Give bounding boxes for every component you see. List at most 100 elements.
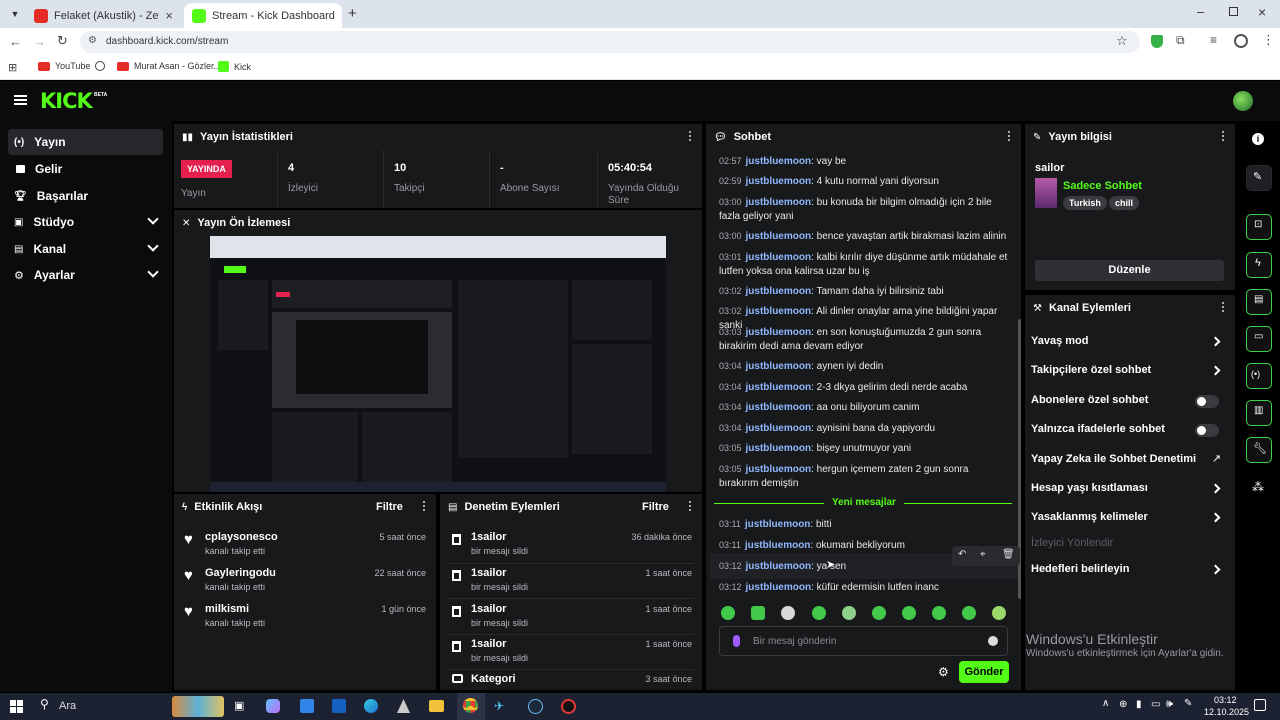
reload-icon[interactable]: ↻ [57,33,68,49]
tray-icon[interactable]: ▮ [1136,699,1142,710]
shield-extension-icon[interactable] [1151,35,1163,48]
clock-time[interactable]: 03:12 [1214,695,1237,705]
send-button[interactable]: Gönder [959,661,1009,683]
emotes-only-toggle[interactable] [1195,424,1219,437]
kick-logo[interactable]: KICK [40,89,93,113]
moderation-user[interactable]: 1sailor [471,638,506,650]
bookmark-murat-asan-youtube[interactable]: Murat Asan - Gözler... [117,61,221,71]
message-user[interactable]: justbluemoon [746,231,812,242]
message-user[interactable]: justbluemoon [746,443,812,454]
store-icon[interactable] [300,699,314,713]
more-options-icon[interactable] [688,130,692,144]
app-icon[interactable] [561,699,576,714]
sidebar-item-yayin[interactable]: (•) Yayın [8,129,163,155]
site-info-icon[interactable]: ⚙ [88,35,97,46]
chat-input[interactable]: Bir mesaj gönderin [719,626,1008,656]
emote-icon[interactable] [812,606,826,620]
reply-icon[interactable]: ↶ [958,549,966,560]
info-icon[interactable]: i [1252,133,1264,145]
emote-icon[interactable] [992,606,1006,620]
action-followers-only[interactable]: Takipçilere özel sohbet [1025,358,1235,386]
emote-icon[interactable] [781,606,795,620]
more-options-icon[interactable] [422,500,426,514]
emote-icon[interactable] [872,606,886,620]
message-user[interactable]: justbluemoon [746,582,812,593]
emote-icon[interactable] [721,606,735,620]
moderation-user[interactable]: Kategori [471,673,516,685]
activity-user[interactable]: Gayleringodu [205,567,276,579]
message-user[interactable]: justbluemoon [746,361,812,372]
moderation-user[interactable]: 1sailor [471,531,506,543]
filter-button[interactable]: Filtre [376,501,403,513]
message-user[interactable]: justbluemoon [746,423,812,434]
url-field[interactable]: ⚙ dashboard.kick.com/stream ☆ [80,31,1140,53]
tray-icon[interactable]: ✎ [1184,698,1192,709]
chrome-icon[interactable] [463,698,478,713]
moderation-user[interactable]: 1sailor [471,603,506,615]
filter-button[interactable]: Filtre [642,501,669,513]
user-avatar[interactable] [1233,91,1253,111]
hamburger-menu-icon[interactable] [14,95,27,97]
edit-button[interactable]: Düzenle [1035,260,1224,281]
edge-icon[interactable] [364,699,378,713]
emote-icon[interactable] [902,606,916,620]
action-account-age[interactable]: Hesap yaşı kısıtlaması [1025,476,1235,504]
close-window-icon[interactable]: × [1258,4,1266,20]
app-icon[interactable]: ✈ [494,699,504,713]
file-explorer-icon[interactable] [429,700,444,712]
sidebar-item-basarilar[interactable]: 🏆︎ Başarılar [8,183,163,209]
message-user[interactable]: justbluemoon [746,306,812,317]
stream-preview-video[interactable] [210,236,666,492]
action-set-goals[interactable]: Hedefleri belirleyin [1025,557,1235,585]
show-hidden-icons[interactable]: ∧ [1102,698,1109,709]
message-user[interactable]: justbluemoon [746,382,812,393]
message-user[interactable]: justbluemoon [746,464,812,475]
more-options-icon[interactable] [1221,130,1225,144]
task-view-icon[interactable]: ▣ [234,699,244,712]
taskbar-search[interactable]: Ara [59,700,76,712]
forward-icon[interactable]: → [33,34,46,49]
new-messages-label[interactable]: Yeni mesajlar [824,497,904,508]
bookmark-youtube[interactable]: YouTube [38,61,90,71]
activity-user[interactable]: milkismi [205,603,249,615]
tag-chip[interactable]: chill [1109,196,1140,210]
new-tab-icon[interactable]: + [348,5,357,22]
tray-icon[interactable]: ⊕ [1119,699,1127,710]
steam-icon[interactable] [528,699,543,714]
close-icon[interactable]: × [341,8,342,23]
tab-list-icon[interactable]: ▼ [8,7,22,21]
profile-icon[interactable] [1234,34,1248,48]
app-icon[interactable] [397,699,410,713]
emote-icon[interactable] [751,606,765,620]
action-subscribers-only[interactable]: Abonelere özel sohbet [1025,388,1235,416]
message-user[interactable]: justbluemoon [746,156,812,167]
browser-menu-icon[interactable]: ⋮ [1262,32,1275,48]
apps-grid-icon[interactable]: ⊞ [8,61,17,74]
copilot-icon[interactable] [266,699,280,713]
sidebar-item-studyo[interactable]: ▣ Stüdyo [8,209,163,235]
sidebar-item-kanal[interactable]: ▤ Kanal [8,236,163,262]
media-icon[interactable]: ≡ [1210,33,1217,47]
action-slow-mode[interactable]: Yavaş mod [1025,329,1235,357]
emote-icon[interactable] [932,606,946,620]
emote-icon[interactable] [842,606,856,620]
tab-kick-dashboard[interactable]: Stream - Kick Dashboard × [184,3,342,28]
windows-start-icon[interactable] [10,700,23,713]
bookmark-murat-asan[interactable] [95,61,110,71]
sidebar-item-gelir[interactable]: Gelir [8,156,163,182]
more-options-icon[interactable] [1007,130,1011,144]
message-user[interactable]: justbluemoon [746,402,812,413]
action-banned-words[interactable]: Yasaklanmış kelimeler [1025,505,1235,533]
restore-icon[interactable] [1229,7,1238,16]
clock-date[interactable]: 12.10.2025 [1204,707,1249,717]
outlook-icon[interactable] [332,699,346,713]
moderation-user[interactable]: 1sailor [471,567,506,579]
message-user[interactable]: justbluemoon [746,327,812,338]
message-user[interactable]: justbluemoon [745,519,811,530]
search-icon[interactable]: ⚲ [40,697,49,711]
tab-youtube[interactable]: Felaket (Akustik) - Zeynep B × [26,3,181,28]
message-user[interactable]: justbluemoon [746,176,812,187]
delete-icon[interactable]: 🗑︎ [1002,549,1015,560]
message-user[interactable]: justbluemoon [745,540,811,551]
microphone-icon[interactable] [733,635,740,647]
